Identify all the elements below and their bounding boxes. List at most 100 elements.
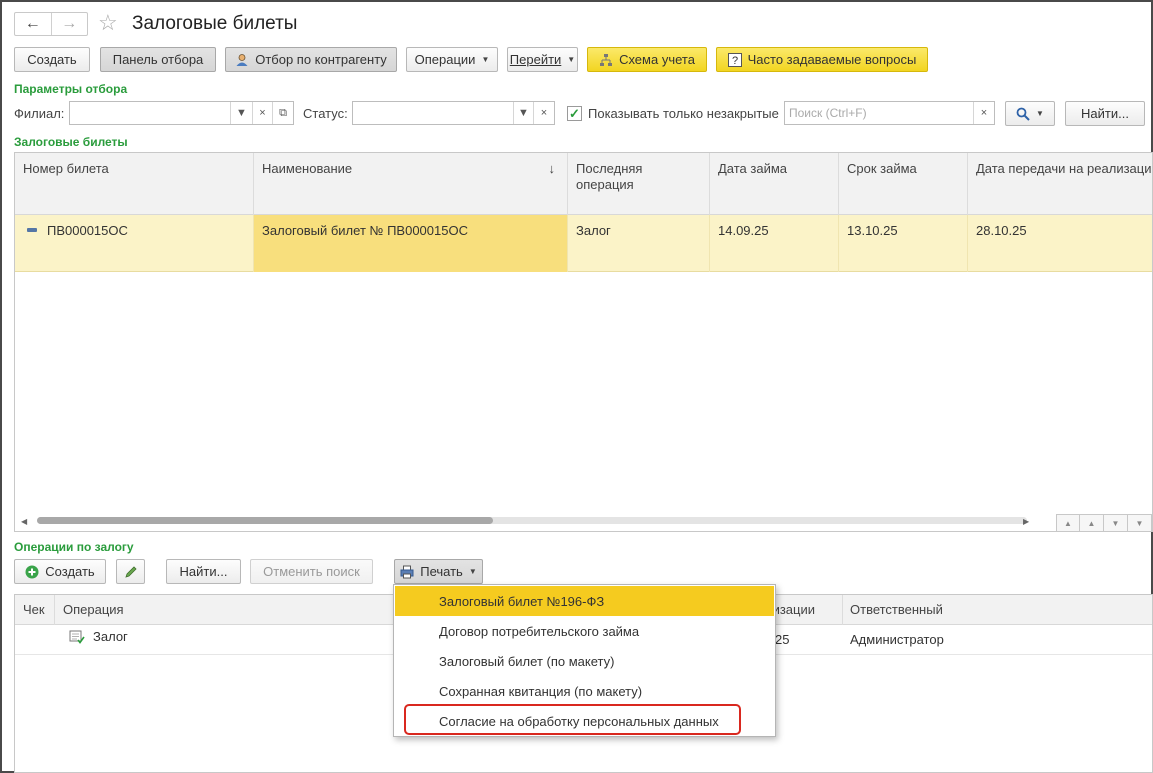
filter-section-title: Параметры отбора (14, 82, 128, 96)
column-header-loan-term[interactable]: Срок займа (839, 153, 968, 215)
accounting-scheme-button[interactable]: Схема учета (587, 47, 707, 72)
counterparty-filter-button[interactable]: Отбор по контрагенту (225, 47, 397, 72)
cell-realization: 25 (775, 632, 790, 647)
favorite-star-icon[interactable]: ☆ (98, 10, 118, 36)
clear-icon[interactable]: × (252, 102, 272, 124)
magnifier-icon (1016, 107, 1030, 121)
operations-section-title: Операции по залогу (14, 540, 134, 554)
operations-menu-button[interactable]: Операции ▼ (406, 47, 498, 72)
cancel-search-label: Отменить поиск (263, 564, 360, 579)
tickets-table[interactable]: Номер билета Наименование ↓ Последняя оп… (14, 152, 1153, 532)
scroll-thumb[interactable] (37, 517, 493, 524)
document-posted-icon (69, 630, 85, 644)
only-open-checkbox[interactable]: ✓ (567, 106, 582, 121)
person-icon (236, 53, 248, 66)
cell-loan-date: 14.09.25 (710, 215, 839, 272)
faq-button[interactable]: ? Часто задаваемые вопросы (716, 47, 928, 72)
printer-icon (400, 565, 414, 578)
goto-menu-button[interactable]: Перейти ▼ (507, 47, 578, 72)
add-icon (25, 565, 39, 578)
scroll-right-icon[interactable]: ▶ (1023, 517, 1029, 526)
annotation-highlight-box (404, 704, 741, 735)
clear-icon[interactable]: × (533, 102, 554, 124)
search-options-button[interactable]: ▼ (1005, 101, 1055, 126)
clear-icon[interactable]: × (973, 102, 994, 124)
scroll-bottom-icon[interactable]: ▼ (1128, 514, 1152, 531)
column-header-loan-date[interactable]: Дата займа (710, 153, 839, 215)
column-header-last-operation[interactable]: Последняя операция (568, 153, 710, 215)
menu-item-pawn-ticket-196fz[interactable]: Залоговый билет №196-ФЗ (395, 586, 774, 616)
menu-item-pawn-ticket-template[interactable]: Залоговый билет (по макету) (395, 646, 774, 676)
print-label: Печать (420, 564, 463, 579)
question-icon: ? (727, 52, 742, 67)
column-header-number[interactable]: Номер билета (15, 153, 254, 215)
cancel-search-button[interactable]: Отменить поиск (250, 559, 373, 584)
column-header-name-label: Наименование (262, 161, 353, 176)
dropdown-caret-icon: ▼ (1036, 109, 1044, 118)
branch-label: Филиал: (14, 106, 65, 121)
find-button[interactable]: Найти... (1065, 101, 1145, 126)
horizontal-scrollbar[interactable]: ◀ ▶ ▲ ▲ ▼ ▼ (15, 512, 1152, 531)
dropdown-caret-icon: ▼ (481, 55, 490, 64)
create-button[interactable]: Создать (14, 47, 90, 72)
scroll-left-icon[interactable]: ◀ (21, 517, 27, 526)
window-frame: ← → ☆ Залоговые билеты Создать Панель от… (0, 0, 1153, 773)
accounting-scheme-label: Схема учета (619, 52, 695, 67)
scheme-icon (600, 53, 613, 66)
cell-loan-term: 13.10.25 (839, 215, 968, 272)
print-button[interactable]: Печать ▼ (394, 559, 483, 584)
column-header-transfer-date[interactable]: Дата передачи на реализацию (968, 153, 1152, 215)
cell-ticket-name: Залоговый билет № ПВ000015ОС (254, 215, 568, 272)
scroll-up-icon[interactable]: ▲ (1080, 514, 1104, 531)
ticket-number-text: ПВ000015ОС (47, 223, 128, 238)
status-label: Статус: (303, 106, 348, 121)
filter-panel-button[interactable]: Панель отбора (100, 47, 216, 72)
search-input[interactable]: Поиск (Ctrl+F) × (784, 101, 995, 125)
cell-responsible: Администратор (850, 632, 944, 647)
cell-check (15, 625, 55, 655)
column-header-name[interactable]: Наименование ↓ (254, 153, 568, 215)
scroll-top-icon[interactable]: ▲ (1056, 514, 1080, 531)
operation-create-label: Создать (45, 564, 95, 579)
sort-down-icon: ↓ (548, 161, 556, 176)
operation-text: Залог (93, 629, 128, 644)
menu-item-loan-agreement[interactable]: Договор потребительского займа (395, 616, 774, 646)
list-navigation: ▲ ▲ ▼ ▼ (1056, 514, 1152, 531)
dropdown-caret-icon: ▼ (468, 567, 477, 576)
status-field[interactable]: ▼ × (352, 101, 555, 125)
tickets-section-title: Залоговые билеты (14, 135, 128, 149)
dropdown-caret-icon: ▼ (567, 55, 576, 64)
filter-panel-label: Панель отбора (112, 52, 204, 67)
branch-field[interactable]: ▼ × ⧉ (69, 101, 294, 125)
operation-find-label: Найти... (179, 564, 228, 579)
column-header-responsible[interactable]: Ответственный (842, 595, 1152, 625)
back-arrow-icon[interactable]: ← (15, 13, 51, 35)
search-placeholder: Поиск (Ctrl+F) (789, 106, 867, 120)
cell-last-operation: Залог (568, 215, 710, 272)
forward-arrow-icon[interactable]: → (52, 13, 88, 35)
row-state-icon (27, 228, 37, 232)
cell-ticket-number: ПВ000015ОС (15, 215, 254, 272)
column-header-check[interactable]: Чек (15, 595, 55, 625)
goto-label: Перейти (509, 52, 562, 67)
find-button-label: Найти... (1081, 106, 1129, 121)
table-row[interactable]: ПВ000015ОС Залоговый билет № ПВ000015ОС … (15, 215, 1152, 272)
pencil-icon (124, 565, 137, 578)
operation-find-button[interactable]: Найти... (166, 559, 241, 584)
faq-label: Часто задаваемые вопросы (747, 52, 917, 67)
dropdown-arrow-icon[interactable]: ▼ (513, 102, 533, 124)
only-open-label: Показывать только незакрытые (588, 106, 779, 121)
edit-button[interactable] (116, 559, 145, 584)
open-icon[interactable]: ⧉ (272, 102, 293, 124)
tickets-table-header: Номер билета Наименование ↓ Последняя оп… (15, 153, 1152, 215)
dropdown-arrow-icon[interactable]: ▼ (230, 102, 252, 124)
operation-create-button[interactable]: Создать (14, 559, 106, 584)
create-button-label: Создать (27, 52, 77, 67)
operations-label: Операции (414, 52, 476, 67)
page-title: Залоговые билеты (132, 13, 298, 34)
scroll-track[interactable] (37, 517, 1027, 524)
scroll-down-icon[interactable]: ▼ (1104, 514, 1128, 531)
cell-transfer-date: 28.10.25 (976, 223, 1027, 238)
nav-buttons: ← → (14, 12, 88, 36)
menu-item-safekeeping-receipt[interactable]: Сохранная квитанция (по макету) (395, 676, 774, 706)
